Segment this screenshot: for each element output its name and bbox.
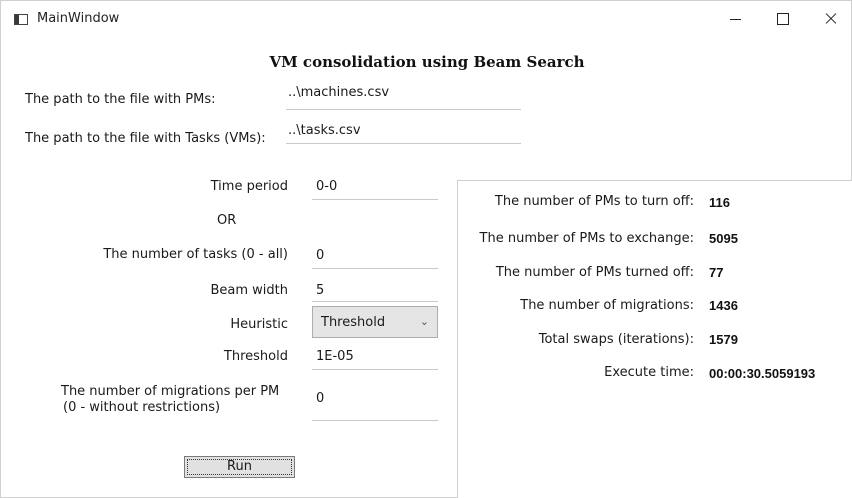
pms-path-input[interactable]: ..\machines.csv	[288, 85, 389, 100]
swaps-label: Total swaps (iterations):	[538, 332, 694, 347]
run-button[interactable]: Run	[184, 456, 295, 478]
num-tasks-input[interactable]: 0	[316, 248, 324, 263]
migrations-count-label: The number of migrations:	[520, 298, 694, 313]
beam-width-input[interactable]: 5	[316, 283, 324, 298]
time-period-input[interactable]: 0-0	[316, 179, 337, 194]
maximize-button[interactable]	[759, 1, 805, 37]
turned-off-label: The number of PMs turned off:	[495, 265, 694, 280]
migrations-per-pm-input[interactable]: 0	[316, 391, 324, 406]
migrations-per-pm-label: The number of migrations per PM	[61, 384, 280, 399]
heuristic-select[interactable]: Threshold ⌄	[312, 306, 438, 338]
beam-width-underline	[312, 301, 438, 302]
heuristic-selected-value: Threshold	[321, 315, 386, 330]
exec-time-value: 00:00:30.5059193	[709, 366, 816, 381]
results-panel: The number of PMs to turn off: The numbe…	[457, 180, 852, 498]
migrations-per-pm-sublabel: (0 - without restrictions)	[63, 400, 221, 415]
num-tasks-label: The number of tasks (0 - all)	[103, 247, 288, 262]
time-period-underline	[312, 199, 438, 200]
heuristic-label: Heuristic	[230, 317, 288, 332]
main-window: MainWindow VM consolidation using Beam S…	[0, 0, 852, 498]
pms-path-underline	[286, 109, 521, 110]
migrations-count-value: 1436	[709, 298, 738, 313]
num-tasks-underline	[312, 268, 438, 269]
swaps-value: 1579	[709, 332, 738, 347]
tasks-path-input[interactable]: ..\tasks.csv	[288, 123, 361, 138]
title-bar[interactable]: MainWindow	[1, 1, 852, 37]
exec-time-label: Execute time:	[604, 365, 694, 380]
turn-off-label: The number of PMs to turn off:	[494, 194, 694, 209]
page-title: VM consolidation using Beam Search	[269, 53, 585, 71]
threshold-input[interactable]: 1E-05	[316, 349, 354, 364]
tasks-path-label: The path to the file with Tasks (VMs):	[25, 131, 266, 146]
tasks-path-underline	[286, 143, 521, 144]
or-label: OR	[217, 213, 237, 228]
results-labels: The number of PMs to turn off: The numbe…	[458, 181, 694, 481]
beam-width-label: Beam width	[210, 283, 288, 298]
pms-path-label: The path to the file with PMs:	[25, 92, 216, 107]
chevron-down-icon: ⌄	[419, 315, 429, 328]
exchange-label: The number of PMs to exchange:	[479, 231, 694, 246]
threshold-underline	[312, 369, 438, 370]
exchange-value: 5095	[709, 231, 738, 246]
close-button[interactable]	[807, 1, 852, 37]
migrations-per-pm-underline	[312, 420, 438, 421]
time-period-label: Time period	[210, 179, 288, 194]
app-window-icon	[14, 14, 28, 25]
threshold-label: Threshold	[223, 349, 288, 364]
window-title: MainWindow	[37, 11, 120, 26]
minimize-button[interactable]	[713, 1, 759, 37]
turned-off-value: 77	[709, 265, 724, 280]
turn-off-value: 116	[709, 195, 730, 210]
